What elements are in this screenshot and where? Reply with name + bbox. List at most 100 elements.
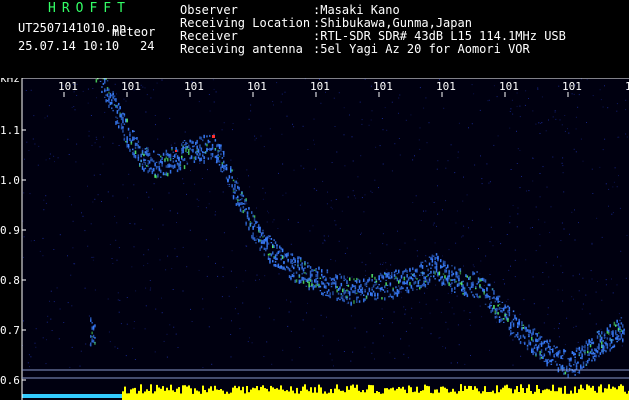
trace-pixel xyxy=(325,277,327,281)
noise-speck xyxy=(605,284,607,286)
noise-speck xyxy=(162,224,164,226)
trace-pixel xyxy=(491,288,494,291)
trace-pixel xyxy=(150,156,152,161)
trace-pixel xyxy=(466,293,469,298)
trace-pixel xyxy=(308,281,310,285)
trace-pixel xyxy=(575,347,578,350)
noise-speck xyxy=(34,342,36,344)
trace-pixel xyxy=(210,156,212,160)
trace-pixel xyxy=(113,104,116,106)
signal-sample xyxy=(428,386,430,400)
trace-pixel xyxy=(326,269,329,272)
trace-pixel xyxy=(505,306,508,309)
trace-pixel xyxy=(538,344,540,349)
trace-pixel xyxy=(518,338,520,341)
trace-pixel xyxy=(281,255,284,260)
signal-sample xyxy=(548,389,550,400)
noise-speck xyxy=(557,256,558,258)
noise-speck xyxy=(625,133,627,135)
noise-speck xyxy=(585,294,587,296)
trace-pixel xyxy=(104,90,106,92)
trace-pixel xyxy=(379,272,382,277)
trace-pixel xyxy=(581,366,583,370)
noise-speck xyxy=(573,326,575,328)
trace-pixel xyxy=(486,296,488,299)
trace-pixel xyxy=(179,164,182,166)
trace-pixel xyxy=(386,290,389,293)
noise-speck xyxy=(423,107,425,109)
noise-speck xyxy=(595,291,597,293)
noise-speck xyxy=(127,197,129,199)
signal-sample xyxy=(508,388,510,400)
trace-pixel xyxy=(582,361,585,365)
trace-pixel xyxy=(279,266,281,269)
noise-speck xyxy=(599,89,601,91)
trace-pixel xyxy=(245,198,247,201)
trace-pixel xyxy=(125,140,127,143)
trace-pixel xyxy=(584,344,586,349)
noise-speck xyxy=(247,341,249,343)
noise-speck xyxy=(212,79,214,81)
trace-pixel xyxy=(609,343,611,347)
signal-sample xyxy=(516,386,518,400)
trace-pixel xyxy=(403,277,406,281)
trace-pixel xyxy=(242,194,245,198)
trace-pixel xyxy=(374,292,376,297)
noise-speck xyxy=(221,129,223,131)
trace-pixel xyxy=(549,339,551,343)
trace-pixel xyxy=(262,232,264,235)
trace-pixel xyxy=(440,264,442,268)
trace-pixel xyxy=(231,169,233,172)
trace-pixel xyxy=(409,268,411,272)
trace-pixel xyxy=(455,275,457,278)
trace-pixel xyxy=(382,275,385,279)
trace-pixel xyxy=(160,160,162,163)
trace-pixel xyxy=(508,326,511,331)
noise-speck xyxy=(445,321,447,323)
trace-pixel xyxy=(286,265,288,268)
noise-speck xyxy=(73,106,75,107)
trace-pixel xyxy=(92,339,95,343)
trace-pixel xyxy=(442,260,445,263)
trace-pixel xyxy=(496,315,498,319)
trace-pixel xyxy=(90,318,92,321)
trace-pixel xyxy=(384,297,386,301)
noise-speck xyxy=(232,123,234,124)
trace-pixel xyxy=(356,292,358,294)
noise-speck xyxy=(603,331,605,333)
noise-speck xyxy=(561,162,563,164)
trace-pixel xyxy=(574,360,576,364)
trace-pixel xyxy=(291,274,294,277)
noise-speck xyxy=(161,312,163,314)
trace-pixel xyxy=(337,297,340,300)
trace-pixel xyxy=(391,272,393,274)
noise-speck xyxy=(67,138,69,140)
signal-sample xyxy=(414,391,416,400)
noise-speck xyxy=(328,235,329,237)
signal-sample xyxy=(254,388,256,400)
signal-sample xyxy=(292,390,294,400)
trace-pixel xyxy=(395,292,397,295)
trace-pixel xyxy=(291,259,294,262)
noise-speck xyxy=(287,219,289,221)
noise-speck xyxy=(123,98,125,100)
trace-pixel xyxy=(554,360,557,363)
trace-pixel xyxy=(514,315,516,319)
noise-speck xyxy=(307,149,309,150)
trace-pixel xyxy=(239,199,242,201)
trace-pixel xyxy=(511,332,513,335)
trace-pixel xyxy=(186,146,189,150)
trace-pixel xyxy=(496,296,498,300)
trace-pixel xyxy=(601,341,603,345)
trace-pixel xyxy=(522,324,525,326)
trace-pixel xyxy=(570,365,572,368)
trace-pixel xyxy=(517,332,519,336)
meteor-count: 24 xyxy=(140,39,155,53)
noise-speck xyxy=(145,111,147,113)
signal-sample xyxy=(396,388,398,400)
signal-sample xyxy=(308,391,310,400)
trace-pixel xyxy=(339,286,341,290)
trace-pixel xyxy=(316,273,319,277)
signal-sample xyxy=(400,388,402,400)
trace-pixel xyxy=(386,284,389,286)
